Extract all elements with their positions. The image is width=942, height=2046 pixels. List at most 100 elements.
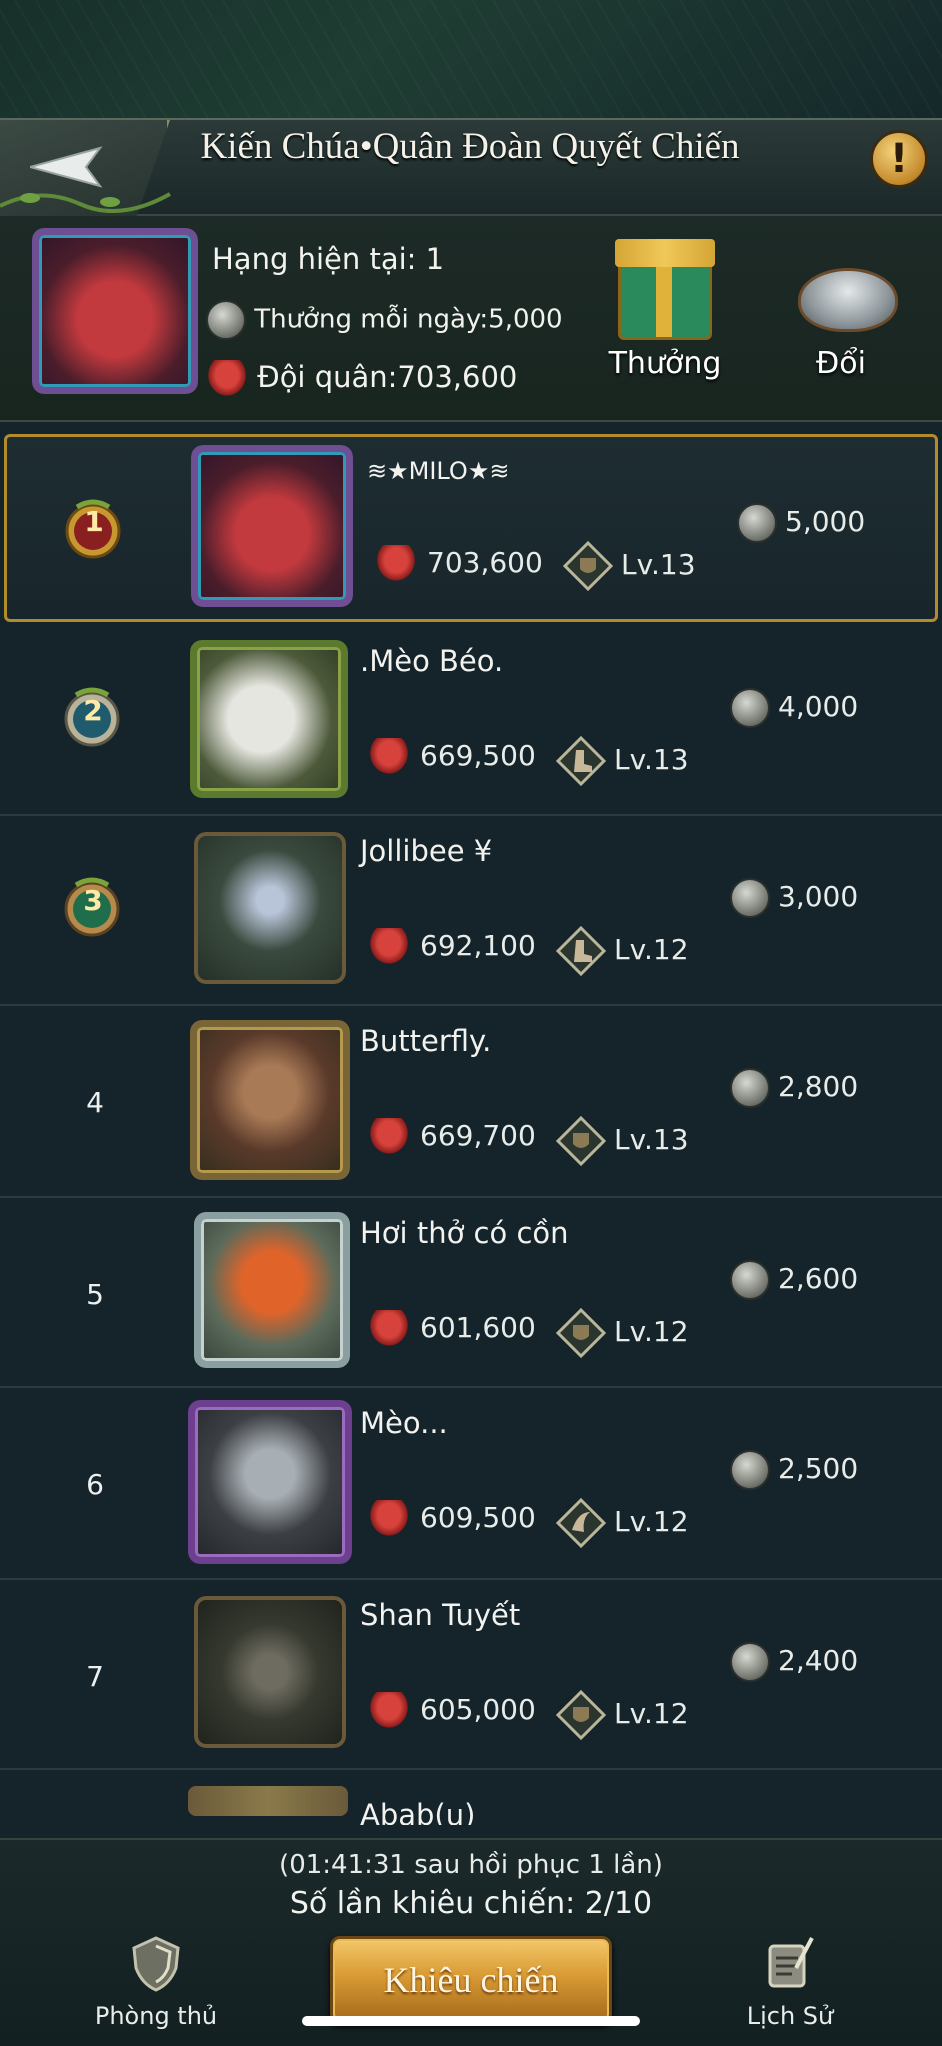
ranking-row-2[interactable]: 2 .Mèo Béo. 669,500 Lv.13 4,000 <box>0 626 942 816</box>
rank-number: 4 <box>86 1086 104 1119</box>
player-name: Abab(u) <box>360 1798 476 1825</box>
level-value: Lv.13 <box>614 1123 689 1156</box>
player-power: 609,500 <box>368 1500 536 1538</box>
my-rank-panel: Hạng hiện tại: 1 Thưởng mỗi ngày:5,000 Đ… <box>0 216 942 422</box>
reward-value: 4,000 <box>778 690 859 723</box>
history-button[interactable]: Lịch Sử <box>710 1914 870 2030</box>
power-value: 601,600 <box>420 1311 536 1344</box>
player-power: 601,600 <box>368 1310 536 1348</box>
avatar-frame <box>190 1020 350 1180</box>
army-text: Đội quân:703,600 <box>257 360 518 394</box>
ranking-row-8[interactable]: Abab(u) <box>0 1770 942 1825</box>
power-value: 692,100 <box>420 929 536 962</box>
player-reward: 5,000 <box>737 503 865 543</box>
challenge-button[interactable]: Khiêu chiến <box>330 1936 612 2024</box>
rank-number: 1 <box>84 505 104 538</box>
player-name: Mèo... <box>360 1406 448 1440</box>
army-info: Đội quân:703,600 <box>206 360 517 398</box>
daily-reward: Thưởng mỗi ngày:5,000 <box>206 300 563 340</box>
exchange-button-label: Đổi <box>816 346 866 381</box>
avatar-frame <box>32 228 198 394</box>
coin-icon <box>206 300 246 340</box>
player-name: Shan Tuyết <box>360 1598 521 1632</box>
boot-level-icon <box>556 736 606 786</box>
history-button-label: Lịch Sử <box>746 2002 834 2030</box>
shield-level-icon <box>556 1308 606 1358</box>
ant-icon <box>368 1310 410 1348</box>
ant-icon <box>368 1118 410 1156</box>
rank-number: 7 <box>86 1660 104 1693</box>
reward-button[interactable]: Thưởng <box>600 234 730 394</box>
ranking-row-7[interactable]: 7 Shan Tuyết 605,000 Lv.12 2,400 <box>0 1580 942 1770</box>
player-reward: 2,500 <box>730 1450 858 1490</box>
rank-number: 3 <box>83 884 103 917</box>
ranking-row-1[interactable]: 1 ≋★MILO★≋ 703,600 Lv.13 5,000 <box>4 434 938 622</box>
shield-level-icon <box>556 1116 606 1166</box>
power-value: 669,700 <box>420 1119 536 1152</box>
avatar-frame <box>194 1596 346 1748</box>
level-value: Lv.12 <box>614 1505 689 1538</box>
avatar-frame <box>194 832 346 984</box>
coin-icon <box>730 688 770 728</box>
reward-value: 5,000 <box>785 505 866 538</box>
defense-button-label: Phòng thủ <box>94 2002 218 2030</box>
player-name: Hơi thở có cồn <box>360 1216 569 1250</box>
level-value: Lv.12 <box>614 1315 689 1348</box>
page-title: Kiến Chúa•Quân Đoàn Quyết Chiến <box>200 126 740 167</box>
home-indicator[interactable] <box>302 2016 640 2026</box>
challenge-button-label: Khiêu chiến <box>383 1960 559 2000</box>
power-value: 609,500 <box>420 1501 536 1534</box>
player-avatar <box>190 640 348 798</box>
player-name: .Mèo Béo. <box>360 644 504 678</box>
player-power: 692,100 <box>368 928 536 966</box>
player-level: Lv.13 <box>556 1116 689 1166</box>
reward-value: 2,600 <box>778 1262 859 1295</box>
shield-icon <box>132 1936 180 1992</box>
recover-timer: (01:41:31 sau hồi phục 1 lần) <box>279 1850 663 1880</box>
current-rank-text: Hạng hiện tại: 1 <box>212 242 445 276</box>
player-level: Lv.12 <box>556 1498 689 1548</box>
ranking-list[interactable]: 1 ≋★MILO★≋ 703,600 Lv.13 5,000 2 .Mèo Bé… <box>0 430 942 1825</box>
boot-level-icon <box>556 926 606 976</box>
my-avatar <box>32 228 198 394</box>
defense-button[interactable]: Phòng thủ <box>76 1914 236 2030</box>
coin-icon <box>730 1260 770 1300</box>
player-avatar <box>194 1596 346 1748</box>
ranking-row-5[interactable]: 5 Hơi thở có cồn 601,600 Lv.12 2,600 <box>0 1198 942 1388</box>
exclamation-icon: ! <box>889 136 909 182</box>
reward-value: 3,000 <box>778 880 859 913</box>
ranking-row-4[interactable]: 4 Butterfly. 669,700 Lv.13 2,800 <box>0 1006 942 1198</box>
ant-icon <box>206 360 248 398</box>
level-value: Lv.13 <box>614 743 689 776</box>
avatar-frame <box>190 640 348 798</box>
exchange-button[interactable]: Đổi <box>776 234 906 394</box>
player-power: 605,000 <box>368 1692 536 1730</box>
avatar-frame <box>188 1400 352 1564</box>
player-power: 669,500 <box>368 738 536 776</box>
level-value: Lv.12 <box>614 1697 689 1730</box>
info-button[interactable]: ! <box>870 130 928 188</box>
power-value: 703,600 <box>427 546 543 579</box>
bottom-bar: (01:41:31 sau hồi phục 1 lần) Số lần khi… <box>0 1838 942 2046</box>
shield-level-icon <box>563 541 613 591</box>
coin-icon <box>730 1642 770 1682</box>
ranking-row-3[interactable]: 3 Jollibee ¥ 692,100 Lv.12 3,000 <box>0 816 942 1006</box>
player-avatar <box>194 832 346 984</box>
reward-button-label: Thưởng <box>608 346 722 381</box>
power-value: 669,500 <box>420 739 536 772</box>
rank-number: 2 <box>83 694 103 727</box>
ranking-row-6[interactable]: 6 Mèo... 609,500 Lv.12 2,500 <box>0 1388 942 1580</box>
power-value: 605,000 <box>420 1693 536 1726</box>
app-root: Kiến Chúa•Quân Đoàn Quyết Chiến ! Hạng h… <box>0 0 942 2046</box>
shell-icon <box>798 268 898 332</box>
coin-icon <box>730 878 770 918</box>
shield-level-icon <box>556 1690 606 1740</box>
ant-icon <box>375 545 417 583</box>
gift-box-icon <box>615 239 715 340</box>
player-avatar <box>191 445 353 607</box>
player-avatar <box>188 1786 348 1816</box>
reward-value: 2,800 <box>778 1070 859 1103</box>
reward-value: 2,500 <box>778 1452 859 1485</box>
player-level: Lv.12 <box>556 926 689 976</box>
player-level: Lv.12 <box>556 1308 689 1358</box>
